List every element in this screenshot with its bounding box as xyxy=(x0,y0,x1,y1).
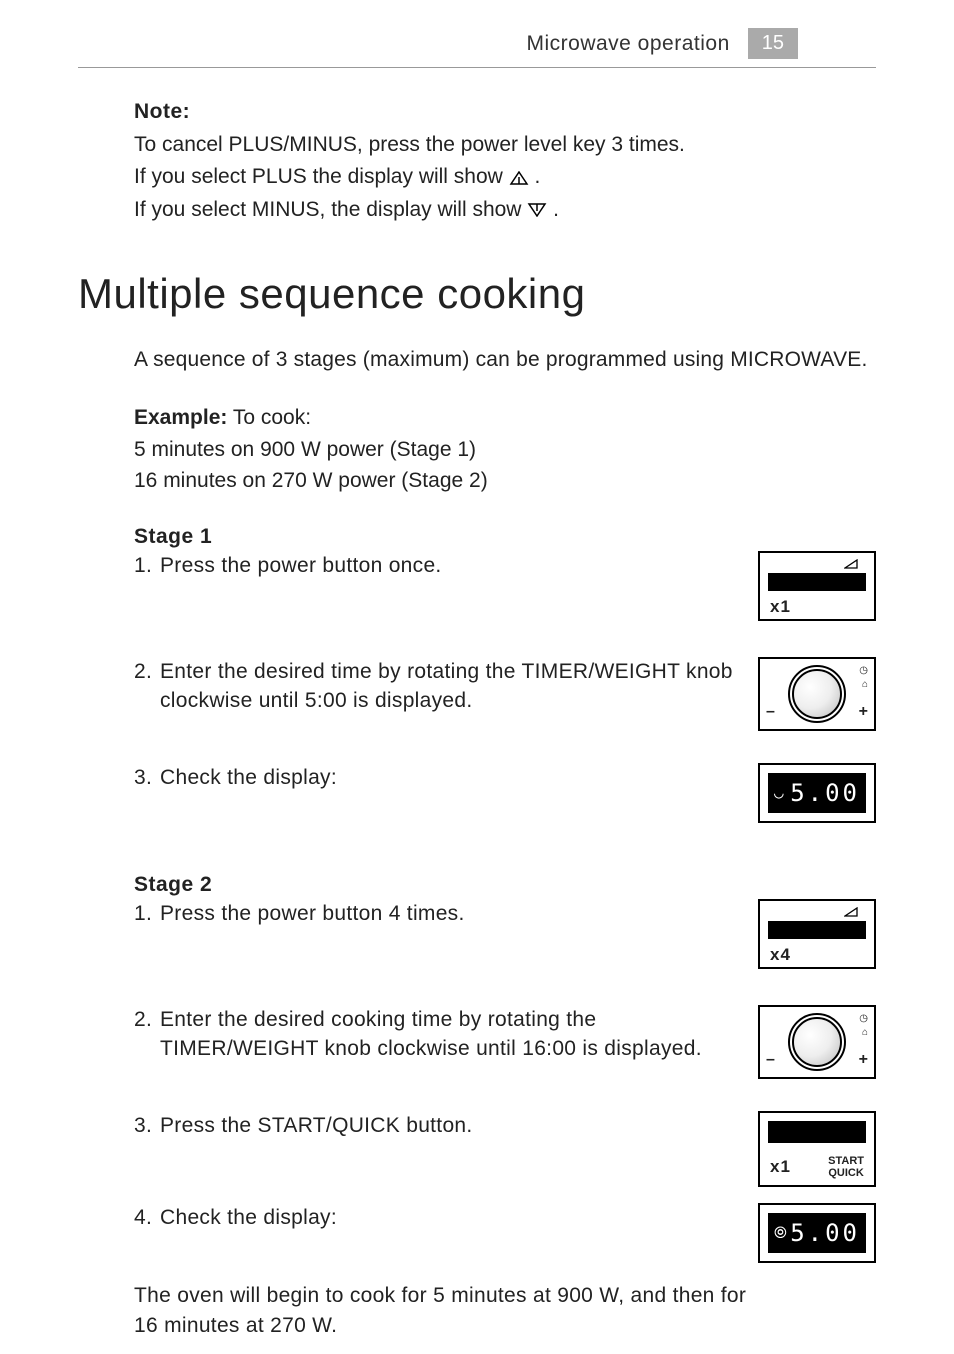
example-after: To cook: xyxy=(227,406,311,429)
stage1-step1-text: 1.Press the power button once. xyxy=(134,551,758,580)
note-label: Note: xyxy=(134,100,190,123)
weight-icon: ⌂ xyxy=(862,679,868,690)
triangle-down-icon xyxy=(527,203,547,217)
start-quick-label: START QUICK xyxy=(828,1155,864,1179)
note-line-2: If you select PLUS the display will show… xyxy=(134,161,876,194)
lcd-value: 5.00 xyxy=(790,1219,860,1247)
page: Microwave operation 15 Note: To cancel P… xyxy=(0,0,954,1354)
lcd-readout: ◡ 5.00 xyxy=(768,773,866,813)
note-line-1: To cancel PLUS/MINUS, press the power le… xyxy=(134,129,876,162)
knob-diagram: – + ◷ ⌂ xyxy=(758,1005,876,1079)
microwave-icon: ⦾ xyxy=(774,1223,787,1243)
stage2-step3-text: 3.Press the START/QUICK button. xyxy=(134,1111,758,1140)
display-diagram: ⦾ 5.00 xyxy=(758,1203,876,1263)
page-header: Microwave operation 15 xyxy=(78,0,876,68)
press-count-x1: x1 xyxy=(770,597,791,617)
lcd-readout: ⦾ 5.00 xyxy=(768,1213,866,1253)
example-block: Example: To cook: 5 minutes on 900 W pow… xyxy=(134,402,876,497)
stage1-step3-row: 3.Check the display: ◡ 5.00 xyxy=(134,763,876,823)
example-line-1: 5 minutes on 900 W power (Stage 1) xyxy=(134,434,876,466)
triangle-right-icon xyxy=(844,559,858,569)
stage2-step2-text: 2.Enter the desired cooking time by rota… xyxy=(134,1005,758,1064)
example-label: Example: xyxy=(134,406,227,429)
stage2-step1-text: 1.Press the power button 4 times. xyxy=(134,899,758,928)
section-title: Multiple sequence cooking xyxy=(78,270,876,318)
triangle-right-icon xyxy=(844,907,858,917)
plus-label: + xyxy=(859,703,868,721)
stage1-step2-row: 2.Enter the desired time by rotating the… xyxy=(134,657,876,735)
clock-icon: ◷ xyxy=(859,1013,868,1024)
stage-1-title: Stage 1 xyxy=(134,525,876,549)
display-panel-1: ◡ 5.00 xyxy=(758,763,876,823)
page-number: 15 xyxy=(748,28,798,59)
button-bar-icon xyxy=(768,1121,866,1143)
power-button-panel: x1 xyxy=(758,551,876,621)
stage1-step2-text: 2.Enter the desired time by rotating the… xyxy=(134,657,758,716)
press-count-x1: x1 xyxy=(770,1157,791,1177)
timer-knob-panel-2: – + ◷ ⌂ xyxy=(758,1005,876,1079)
cook-icon: ◡ xyxy=(774,783,784,802)
intro-text: A sequence of 3 stages (maximum) can be … xyxy=(134,348,876,372)
timer-knob-panel: – + ◷ ⌂ xyxy=(758,657,876,731)
stage2-step4-text: 4.Check the display: xyxy=(134,1203,758,1232)
weight-icon: ⌂ xyxy=(862,1027,868,1038)
clock-icon: ◷ xyxy=(859,665,868,676)
stage-2-title: Stage 2 xyxy=(134,873,876,897)
note-line-3: If you select MINUS, the display will sh… xyxy=(134,194,876,227)
power-bar-icon xyxy=(768,921,866,939)
start-quick-diagram: x1 START QUICK xyxy=(758,1111,876,1187)
lcd-value: 5.00 xyxy=(790,779,860,807)
power-button-panel-2: x4 xyxy=(758,899,876,969)
header-title: Microwave operation xyxy=(526,32,729,56)
final-text: The oven will begin to cook for 5 minute… xyxy=(134,1281,876,1342)
knob-icon xyxy=(792,669,842,719)
stage-2: Stage 2 1.Press the power button 4 times… xyxy=(134,873,876,1263)
stage-1: Stage 1 1.Press the power button once. x… xyxy=(134,525,876,823)
example-line-2: 16 minutes on 270 W power (Stage 2) xyxy=(134,465,876,497)
body-block: A sequence of 3 stages (maximum) can be … xyxy=(134,348,876,1341)
display-diagram: ◡ 5.00 xyxy=(758,763,876,823)
stage1-step1-row: 1.Press the power button once. x1 xyxy=(134,551,876,629)
note-block: Note: To cancel PLUS/MINUS, press the po… xyxy=(134,96,876,226)
triangle-up-icon xyxy=(509,171,529,185)
stage1-step3-text: 3.Check the display: xyxy=(134,763,758,792)
press-count-x4: x4 xyxy=(770,945,791,965)
page-content: Note: To cancel PLUS/MINUS, press the po… xyxy=(0,68,954,1342)
stage2-step3-row: 3.Press the START/QUICK button. x1 START… xyxy=(134,1111,876,1189)
power-button-diagram: x1 xyxy=(758,551,876,621)
stage2-step2-row: 2.Enter the desired cooking time by rota… xyxy=(134,1005,876,1083)
power-bar-icon xyxy=(768,573,866,591)
display-panel-2: ⦾ 5.00 xyxy=(758,1203,876,1263)
stage2-step1-row: 1.Press the power button 4 times. x4 xyxy=(134,899,876,977)
stage2-step4-row: 4.Check the display: ⦾ 5.00 xyxy=(134,1203,876,1263)
plus-label: + xyxy=(859,1051,868,1069)
minus-label: – xyxy=(766,1051,775,1069)
knob-icon xyxy=(792,1017,842,1067)
start-quick-panel: x1 START QUICK xyxy=(758,1111,876,1187)
knob-diagram: – + ◷ ⌂ xyxy=(758,657,876,731)
power-button-diagram: x4 xyxy=(758,899,876,969)
minus-label: – xyxy=(766,703,775,721)
